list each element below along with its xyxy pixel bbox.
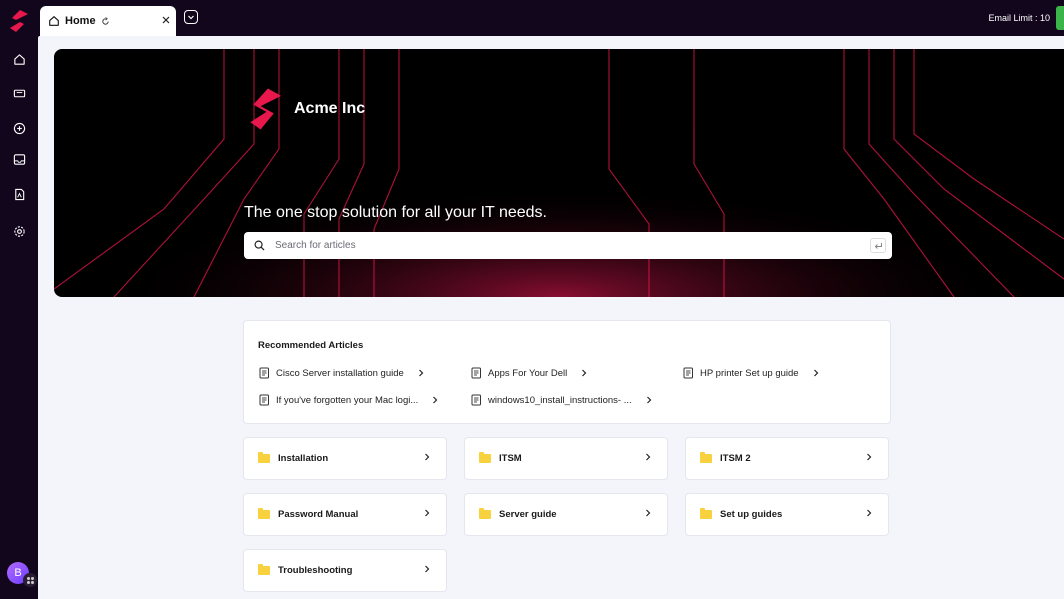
category-card-server-guide[interactable]: Server guide — [464, 493, 668, 536]
category-card-itsm[interactable]: ITSM — [464, 437, 668, 480]
folder-icon — [258, 508, 270, 519]
category-label: Server guide — [499, 509, 557, 520]
article-icon — [259, 367, 269, 379]
document-icon — [14, 188, 24, 200]
article-title: Cisco Server installation guide — [276, 367, 404, 379]
article-icon — [471, 394, 481, 406]
top-bar: Home Email Limit : 10 — [38, 0, 1064, 36]
nav-knowledge-base-button[interactable] — [8, 183, 30, 205]
recommended-articles-title: Recommended Articles — [258, 340, 364, 351]
chevron-right-icon — [813, 369, 818, 377]
chevron-right-icon — [425, 509, 430, 517]
close-icon — [162, 16, 170, 24]
ticket-icon — [13, 89, 25, 97]
add-icon — [13, 122, 25, 134]
chevron-right-icon — [425, 565, 430, 573]
recommended-article-item[interactable]: Cisco Server installation guide — [258, 367, 424, 379]
folder-icon — [700, 452, 712, 463]
tab-close-button[interactable] — [160, 14, 172, 26]
category-card-password-manual[interactable]: Password Manual — [243, 493, 447, 536]
nav-tickets-button[interactable] — [8, 82, 30, 104]
category-label: ITSM 2 — [720, 453, 751, 464]
enter-key-hint[interactable] — [870, 238, 886, 253]
folder-icon — [258, 452, 270, 463]
nav-inbox-button[interactable] — [8, 148, 30, 170]
category-label: Password Manual — [278, 509, 359, 520]
category-label: Troubleshooting — [278, 565, 353, 576]
chevron-right-icon — [867, 509, 872, 517]
hero-tagline: The one stop solution for all your IT ne… — [244, 204, 547, 221]
article-icon — [471, 367, 481, 379]
brand-logo-icon — [250, 88, 282, 130]
chevron-right-icon — [582, 369, 587, 377]
hero-background-lines — [54, 49, 1064, 297]
brand-name: Acme Inc — [294, 100, 366, 117]
nav-home-button[interactable] — [8, 48, 30, 70]
nav-add-button[interactable] — [8, 117, 30, 139]
tab-home[interactable]: Home — [40, 6, 176, 36]
chevron-right-icon — [867, 453, 872, 461]
email-limit-indicator[interactable] — [1056, 6, 1064, 30]
chevron-right-icon — [418, 369, 424, 377]
category-card-troubleshooting[interactable]: Troubleshooting — [243, 549, 447, 592]
recommended-article-item[interactable]: If you've forgotten your Mac logi... — [258, 394, 438, 406]
brand: Acme Inc — [246, 87, 365, 131]
gear-icon — [13, 225, 25, 237]
folder-icon — [700, 508, 712, 519]
apps-icon — [26, 576, 34, 584]
article-icon — [259, 394, 269, 406]
inbox-icon — [13, 153, 25, 165]
hero-banner: Acme Inc The one stop solution for all y… — [54, 49, 1064, 297]
chevron-right-icon — [646, 396, 651, 404]
recommended-article-item[interactable]: windows10_install_instructions- ... — [470, 394, 652, 406]
chevron-right-icon — [646, 453, 651, 461]
recommended-articles-card: Recommended Articles Cisco Server instal… — [243, 320, 891, 424]
home-icon — [13, 53, 25, 65]
folder-icon — [258, 564, 270, 575]
article-title: HP printer Set up guide — [700, 367, 799, 379]
refresh-icon[interactable] — [101, 16, 110, 26]
article-search-bar[interactable] — [244, 232, 892, 259]
chevron-right-icon — [425, 453, 430, 461]
chevron-right-icon — [646, 509, 651, 517]
recommended-article-item[interactable]: HP printer Set up guide — [682, 367, 819, 379]
folder-icon — [479, 452, 491, 463]
category-card-itsm-2[interactable]: ITSM 2 — [685, 437, 889, 480]
tabs-dropdown-button[interactable] — [184, 10, 198, 24]
enter-icon — [874, 242, 882, 249]
email-limit-text: Email Limit : 10 — [988, 13, 1050, 23]
recommended-article-item[interactable]: Apps For Your Dell — [470, 367, 587, 379]
nav-settings-button[interactable] — [8, 220, 30, 242]
article-title: windows10_install_instructions- ... — [488, 394, 632, 406]
chevron-down-icon — [188, 15, 194, 20]
article-title: If you've forgotten your Mac logi... — [276, 394, 419, 406]
search-input[interactable] — [273, 239, 833, 252]
search-icon — [254, 240, 265, 251]
avatar-status-badge — [23, 573, 37, 587]
folder-icon — [479, 508, 491, 519]
left-rail: B — [0, 0, 38, 599]
category-label: ITSM — [499, 453, 522, 464]
category-label: Set up guides — [720, 509, 783, 520]
tab-label: Home — [65, 15, 96, 27]
main-content: Acme Inc The one stop solution for all y… — [38, 36, 1064, 599]
category-label: Installation — [278, 453, 329, 464]
home-icon — [49, 16, 59, 26]
category-card-set-up-guides[interactable]: Set up guides — [685, 493, 889, 536]
brand-logo-icon[interactable] — [6, 8, 32, 34]
category-card-installation[interactable]: Installation — [243, 437, 447, 480]
article-icon — [683, 367, 693, 379]
article-title: Apps For Your Dell — [488, 367, 568, 379]
chevron-right-icon — [433, 396, 438, 404]
